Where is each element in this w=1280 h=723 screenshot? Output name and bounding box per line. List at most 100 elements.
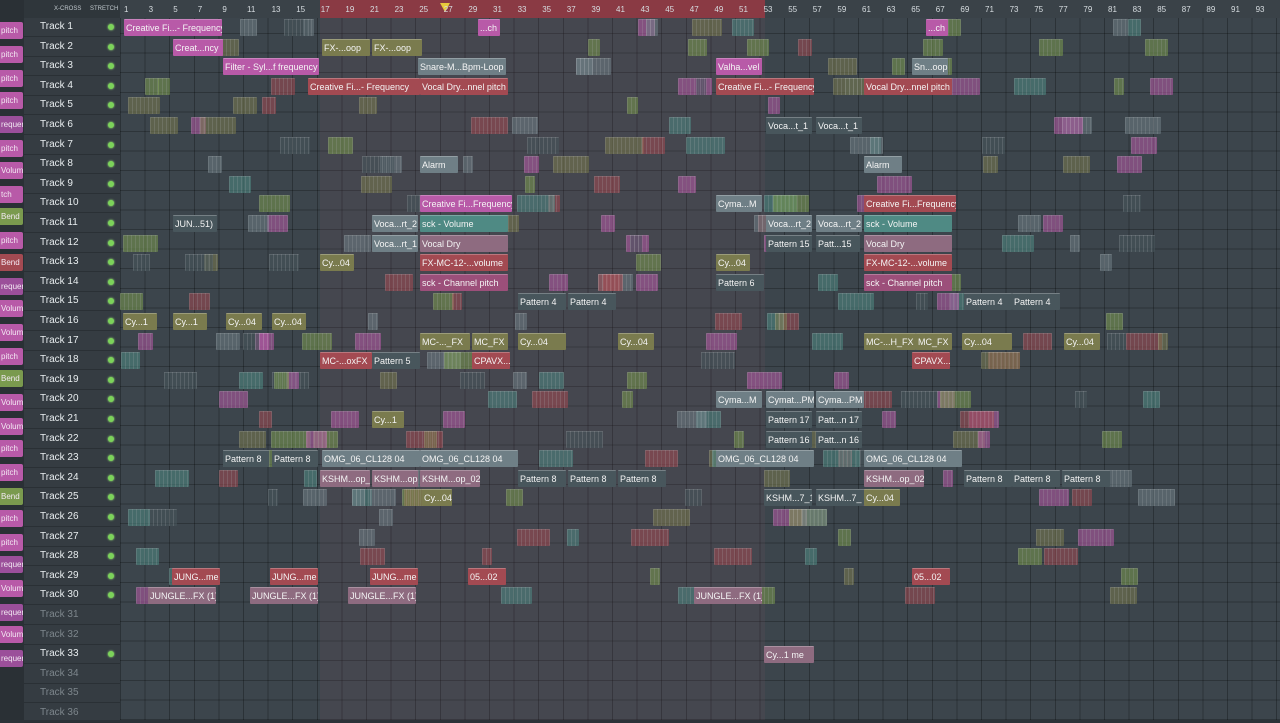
pattern-block[interactable] xyxy=(123,234,158,252)
pattern-clip[interactable]: MC-..._FX xyxy=(420,332,470,350)
pattern-block[interactable] xyxy=(916,293,928,311)
track-mute-led[interactable] xyxy=(108,514,114,520)
track-row[interactable]: Track 28 xyxy=(24,547,120,567)
pattern-block[interactable] xyxy=(524,156,539,174)
pattern-clip[interactable]: KSHM...7_1 xyxy=(764,489,812,507)
pattern-block[interactable] xyxy=(882,411,896,428)
track-row[interactable]: Track 36 xyxy=(24,704,120,723)
pattern-block[interactable] xyxy=(642,136,665,154)
pattern-clip[interactable]: Voca...rt_1 xyxy=(372,234,418,252)
track-row[interactable]: Track 33 xyxy=(24,645,120,665)
pattern-clip[interactable]: ...ch xyxy=(478,19,500,36)
pattern-block[interactable] xyxy=(905,587,935,605)
pattern-block[interactable] xyxy=(361,175,392,193)
pattern-block[interactable] xyxy=(219,469,238,487)
pattern-block[interactable] xyxy=(646,19,658,36)
pattern-block[interactable] xyxy=(627,371,647,389)
pattern-clip[interactable]: Cy...04 xyxy=(864,489,900,507)
pattern-block[interactable] xyxy=(631,528,669,546)
pattern-block[interactable] xyxy=(877,175,912,193)
pattern-block[interactable] xyxy=(576,58,611,76)
automation-clip[interactable]: Volume xyxy=(0,418,23,435)
track-row[interactable]: Track 20 xyxy=(24,390,120,410)
track-mute-led[interactable] xyxy=(108,63,114,70)
pattern-block[interactable] xyxy=(362,156,394,174)
pattern-clip[interactable]: MC_FX xyxy=(472,332,508,350)
pattern-block[interactable] xyxy=(527,136,559,154)
pattern-block[interactable] xyxy=(385,273,413,291)
track-row[interactable]: Track 26 xyxy=(24,508,120,527)
pattern-clip[interactable]: Cy...04 xyxy=(422,489,452,507)
automation-clip[interactable]: pitch xyxy=(0,440,23,457)
pattern-clip[interactable]: Pattern 5 xyxy=(372,352,420,370)
track-mute-led[interactable] xyxy=(108,200,114,207)
pattern-clip[interactable]: Creative Fi...- Frequency xyxy=(124,19,222,36)
pattern-block[interactable] xyxy=(229,175,251,193)
pattern-clip[interactable]: Pattern 8 xyxy=(964,469,1012,487)
pattern-clip[interactable]: MC_FX xyxy=(916,332,952,350)
automation-clip[interactable]: Volume xyxy=(0,324,23,341)
pattern-block[interactable] xyxy=(678,175,696,193)
pattern-block[interactable] xyxy=(901,391,938,409)
track-mute-led[interactable] xyxy=(108,357,114,364)
pattern-block[interactable] xyxy=(463,156,473,174)
pattern-block[interactable] xyxy=(120,293,143,311)
pattern-block[interactable] xyxy=(982,136,1005,154)
pattern-clip[interactable]: Filter - Syl...f frequency xyxy=(223,58,319,76)
pattern-block[interactable] xyxy=(630,234,642,252)
pattern-block[interactable] xyxy=(306,430,327,448)
pattern-block[interactable] xyxy=(424,430,437,448)
pattern-clip[interactable]: Pattern 8 xyxy=(272,450,318,468)
track-mute-led[interactable] xyxy=(108,298,114,305)
pattern-block[interactable] xyxy=(818,273,838,291)
pattern-block[interactable] xyxy=(706,332,737,350)
pattern-clip[interactable]: Cy...04 xyxy=(226,313,262,330)
track-row[interactable]: Track 23 xyxy=(24,449,120,469)
automation-clip[interactable]: pitch xyxy=(0,140,23,157)
track-mute-led[interactable] xyxy=(108,180,114,187)
track-row[interactable]: Track 14 xyxy=(24,273,120,292)
pattern-block[interactable] xyxy=(838,293,874,311)
pattern-block[interactable] xyxy=(1138,489,1175,507)
pattern-clip[interactable]: JUN...51) xyxy=(173,215,217,232)
pattern-block[interactable] xyxy=(128,509,150,526)
pattern-block[interactable] xyxy=(549,273,568,291)
pattern-clip[interactable]: Alarm xyxy=(864,156,902,174)
pattern-clip[interactable]: JUNG...me xyxy=(172,567,220,585)
pattern-clip[interactable]: Pattern 4 xyxy=(518,293,566,311)
track-mute-led[interactable] xyxy=(108,102,114,109)
pattern-clip[interactable]: Cymat...PM xyxy=(766,391,814,409)
track-row[interactable]: Track 30 xyxy=(24,586,120,606)
pattern-block[interactable] xyxy=(678,77,712,95)
track-mute-led[interactable] xyxy=(108,592,114,599)
pattern-block[interactable] xyxy=(601,215,615,232)
pattern-block[interactable] xyxy=(566,430,603,448)
pattern-block[interactable] xyxy=(452,293,462,311)
pattern-block[interactable] xyxy=(1123,195,1141,213)
pattern-clip[interactable]: Vocal Dry xyxy=(864,234,952,252)
track-row[interactable]: Track 11 xyxy=(24,214,120,233)
automation-clip[interactable]: Volume xyxy=(0,580,23,597)
pattern-block[interactable] xyxy=(1125,117,1161,134)
pattern-block[interactable] xyxy=(1075,391,1087,409)
track-row[interactable]: Track 22 xyxy=(24,430,120,449)
pattern-block[interactable] xyxy=(588,38,600,56)
pattern-block[interactable] xyxy=(274,371,289,389)
automation-clip[interactable]: pitch xyxy=(0,70,23,87)
pattern-block[interactable] xyxy=(1121,567,1138,585)
pattern-clip[interactable]: Cy...1 xyxy=(123,313,157,330)
pattern-block[interactable] xyxy=(233,97,257,115)
track-row[interactable]: Track 2 xyxy=(24,38,120,57)
pattern-clip[interactable]: Cy...1 xyxy=(173,313,207,330)
pattern-clip[interactable]: 05...02 xyxy=(912,567,950,585)
pattern-block[interactable] xyxy=(567,528,579,546)
track-row[interactable]: Track 6 xyxy=(24,116,120,135)
automation-clip[interactable]: pitch xyxy=(0,232,23,249)
track-row[interactable]: Track 32 xyxy=(24,626,120,645)
pattern-block[interactable] xyxy=(515,313,527,330)
pattern-clip[interactable]: Cy...04 xyxy=(716,254,750,272)
pattern-clip[interactable]: Creative Fi...- Frequency xyxy=(308,77,420,95)
pattern-block[interactable] xyxy=(331,411,359,428)
pattern-block[interactable] xyxy=(1063,156,1090,174)
pattern-clip[interactable]: CPAVX... xyxy=(472,352,510,370)
